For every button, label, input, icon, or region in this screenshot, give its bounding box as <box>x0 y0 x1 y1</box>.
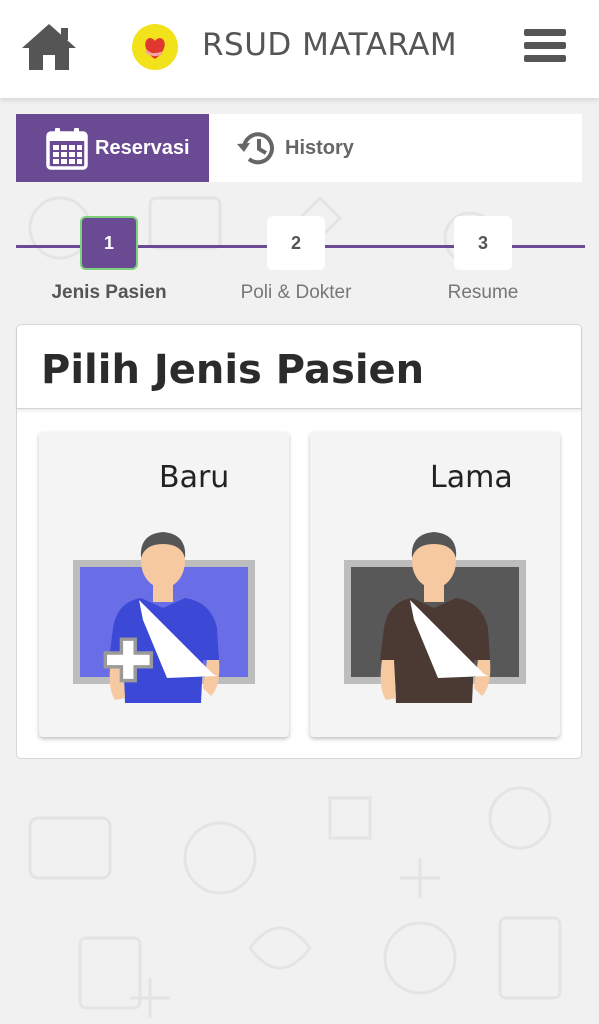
tab-reservasi[interactable]: Reservasi <box>16 114 209 182</box>
new-patient-option[interactable]: Baru <box>39 432 289 737</box>
step-number: 3 <box>454 216 512 270</box>
step-number: 1 <box>80 216 138 270</box>
option-label: Lama <box>430 460 513 495</box>
calendar-icon <box>46 128 88 170</box>
card-title: Pilih Jenis Pasien <box>41 347 425 393</box>
tab-bar: Reservasi History <box>16 114 582 182</box>
tab-history[interactable]: History <box>209 114 354 182</box>
home-icon <box>22 24 76 70</box>
progress-stepper: 1 Jenis Pasien 2 Poli & Dokter 3 Resume <box>16 216 585 306</box>
menu-bar <box>524 29 566 36</box>
menu-bar <box>524 55 566 62</box>
hospital-logo <box>132 24 178 70</box>
step-1[interactable]: 1 Jenis Pasien <box>34 216 184 304</box>
step-label: Jenis Pasien <box>51 282 167 303</box>
patient-type-card: Pilih Jenis Pasien Baru Lama <box>16 324 582 759</box>
existing-patient-option[interactable]: Lama <box>310 432 560 737</box>
card-header: Pilih Jenis Pasien <box>17 325 581 409</box>
existing-patient-icon <box>344 532 526 703</box>
app-header: RSUD MATARAM <box>0 0 599 98</box>
step-3[interactable]: 3 Resume <box>408 216 558 304</box>
step-number: 2 <box>267 216 325 270</box>
home-button[interactable] <box>20 22 78 72</box>
option-label: Baru <box>159 460 230 495</box>
step-label: Resume <box>447 282 519 303</box>
history-icon <box>237 132 274 165</box>
hamburger-menu-button[interactable] <box>524 29 566 67</box>
step-label: Poli & Dokter <box>240 282 352 303</box>
app-title: RSUD MATARAM <box>202 27 458 63</box>
tab-reservasi-label: Reservasi <box>95 136 190 159</box>
menu-bar <box>524 42 566 49</box>
new-patient-icon <box>73 532 255 703</box>
step-2[interactable]: 2 Poli & Dokter <box>221 216 371 304</box>
tab-history-label: History <box>285 136 354 159</box>
